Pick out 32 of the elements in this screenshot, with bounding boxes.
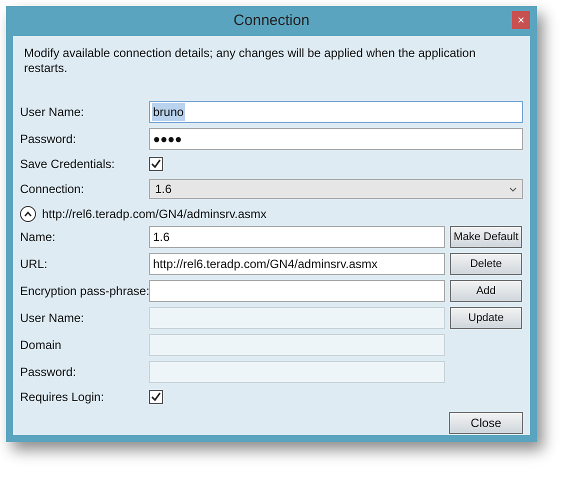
checkbox[interactable] xyxy=(149,157,163,171)
close-dialog-button[interactable]: Close xyxy=(449,412,523,434)
field-label: User Name: xyxy=(20,104,86,121)
field-label: Domain xyxy=(20,337,62,354)
input-field[interactable]: 1.6 xyxy=(149,226,445,248)
field-label: Password: xyxy=(20,131,78,148)
collapse-toggle[interactable] xyxy=(20,206,36,222)
field-label: Encryption pass-phrase: xyxy=(20,283,149,300)
input-field[interactable]: http://rel6.teradp.com/GN4/adminsrv.asmx xyxy=(149,253,445,275)
section-title: http://rel6.teradp.com/GN4/adminsrv.asmx xyxy=(42,206,267,223)
window-title: Connection xyxy=(234,10,310,31)
field-label: Save Credentials: xyxy=(20,156,116,173)
chevron-down-icon xyxy=(509,186,517,192)
field-label: Password: xyxy=(20,364,78,381)
action-button[interactable]: Delete xyxy=(450,253,522,275)
close-button[interactable]: × xyxy=(512,11,530,29)
action-button[interactable]: Make Default xyxy=(450,226,522,248)
field-label: Name: xyxy=(20,229,56,246)
input-field[interactable] xyxy=(149,280,445,302)
intro-text: Modify available connection details; any changes will be applied when the application restarts. xyxy=(23,46,477,77)
connection-dropdown[interactable]: 1.6 xyxy=(149,179,523,199)
input-field[interactable]: bruno xyxy=(149,101,523,123)
action-button[interactable]: Add xyxy=(450,280,522,302)
check-icon xyxy=(151,392,161,402)
field-label: URL: xyxy=(20,256,48,273)
field-label: Connection: xyxy=(20,181,86,198)
input-field[interactable]: ●●●● xyxy=(149,128,523,150)
checkbox[interactable] xyxy=(149,390,163,404)
field-label: Requires Login: xyxy=(20,389,106,406)
check-icon xyxy=(151,159,161,169)
field-label: User Name: xyxy=(20,310,86,327)
chevron-up-icon xyxy=(24,211,32,217)
